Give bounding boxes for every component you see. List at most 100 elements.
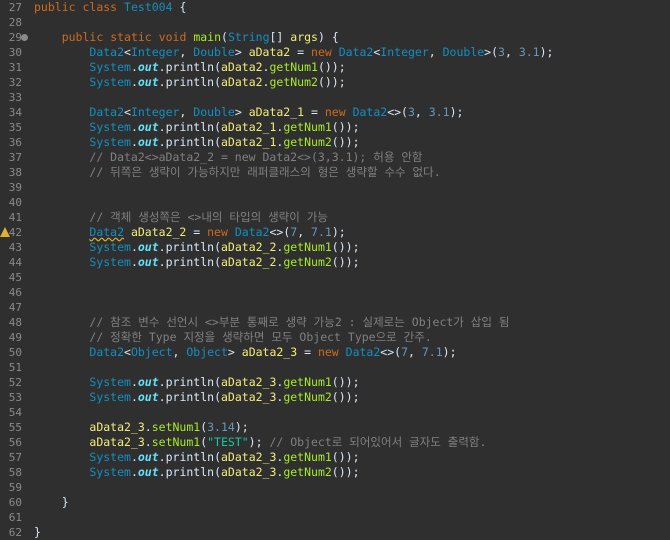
code-line[interactable]: 59 <box>0 480 670 495</box>
code-line[interactable]: 60 } <box>0 495 670 510</box>
code-line[interactable]: 29 public static void main(String[] args… <box>0 30 670 45</box>
code-line[interactable]: 46 <box>0 285 670 300</box>
code-line[interactable]: 55 aData2_3.setNum1(3.14); <box>0 420 670 435</box>
code-text[interactable]: System.out.println(aData2.getNum1()); <box>34 60 345 75</box>
code-line[interactable]: 34 Data2<Integer, Double> aData2_1 = new… <box>0 105 670 120</box>
code-line[interactable]: 49 // 정확한 Type 지정을 생략하면 모두 Object Type으로… <box>0 330 670 345</box>
code-line[interactable]: 39 <box>0 180 670 195</box>
code-line[interactable]: 54 <box>0 405 670 420</box>
code-text[interactable]: public static void main(String[] args) { <box>34 30 339 45</box>
code-text[interactable]: aData2_3.setNum1("TEST"); // Object로 되어있… <box>34 435 486 450</box>
code-text[interactable]: // Data2<>aData2_2 = new Data2<>(3,3.1);… <box>34 150 422 165</box>
code-token: out <box>137 240 159 254</box>
code-line[interactable]: 50 Data2<Object, Object> aData2_3 = new … <box>0 345 670 360</box>
code-line[interactable]: 47 <box>0 300 670 315</box>
code-token: main <box>193 30 222 44</box>
code-token: public <box>34 0 76 14</box>
code-token: System <box>89 465 131 479</box>
code-token: println <box>165 135 215 149</box>
code-text[interactable]: // 정확한 Type 지정을 생략하면 모두 Object Type으로 간주… <box>34 330 431 345</box>
code-text[interactable]: // 참조 변수 선언시 <>부분 통째로 생략 가능2 : 실제로는 Obje… <box>34 315 509 330</box>
code-token: . <box>158 60 166 74</box>
code-text[interactable]: Data2<Integer, Double> aData2_1 = new Da… <box>34 105 463 120</box>
code-token: < <box>124 45 131 59</box>
code-line[interactable]: 53 System.out.println(aData2_3.getNum2()… <box>0 390 670 405</box>
code-line[interactable]: 56 aData2_3.setNum1("TEST"); // Object로 … <box>0 435 670 450</box>
code-line[interactable]: 30 Data2<Integer, Double> aData2 = new D… <box>0 45 670 60</box>
code-text[interactable]: Data2<Integer, Double> aData2 = new Data… <box>34 45 553 60</box>
code-line[interactable]: 43 System.out.println(aData2_2.getNum1()… <box>0 240 670 255</box>
code-text[interactable]: System.out.println(aData2_3.getNum1()); <box>34 375 359 390</box>
code-text[interactable]: // 뒤쪽은 생략이 가능하지만 래퍼클래스의 형은 생략할 수수 없다. <box>34 165 440 180</box>
code-token: . <box>158 135 166 149</box>
code-line[interactable]: 52 System.out.println(aData2_3.getNum1()… <box>0 375 670 390</box>
code-line[interactable]: 61 <box>0 510 670 525</box>
code-text[interactable]: } <box>34 525 41 540</box>
code-line[interactable]: 57 System.out.println(aData2_3.getNum1()… <box>0 450 670 465</box>
code-text[interactable]: System.out.println(aData2_3.getNum2()); <box>34 465 359 480</box>
code-token: out <box>137 390 159 404</box>
code-token: aData2_2 <box>130 225 187 239</box>
code-text[interactable]: System.out.println(aData2_3.getNum1()); <box>34 450 359 465</box>
code-text[interactable]: Data2<Object, Object> aData2_3 = new Dat… <box>34 345 456 360</box>
line-number: 47 <box>8 301 22 314</box>
code-text[interactable]: } <box>34 495 69 510</box>
code-line[interactable]: 44 System.out.println(aData2_2.getNum2()… <box>0 255 670 270</box>
code-line[interactable]: 37 // Data2<>aData2_2 = new Data2<>(3,3.… <box>0 150 670 165</box>
code-token: , <box>172 345 187 359</box>
code-token: // Object로 되어있어서 글자도 출력함. <box>269 435 487 449</box>
line-number: 32 <box>8 76 22 89</box>
code-text[interactable]: Data2 aData2_2 = new Data2<>(7, 7.1); <box>34 225 345 240</box>
code-token: println <box>165 120 215 134</box>
code-text[interactable]: // 객체 생성쪽은 <>내의 타입의 생략이 가능 <box>34 210 328 225</box>
code-token: Double <box>193 45 235 59</box>
code-token: Test004 <box>124 0 173 14</box>
code-line[interactable]: 42 Data2 aData2_2 = new Data2<>(7, 7.1); <box>0 225 670 240</box>
code-token: , <box>504 45 519 59</box>
code-token: out <box>137 120 159 134</box>
code-token: , <box>297 225 312 239</box>
code-text[interactable]: System.out.println(aData2_1.getNum1()); <box>34 120 359 135</box>
code-text[interactable]: System.out.println(aData2_2.getNum1()); <box>34 240 359 255</box>
code-line[interactable]: 27 public class Test004 { <box>0 0 670 15</box>
code-line[interactable]: 41 // 객체 생성쪽은 <>내의 타입의 생략이 가능 <box>0 210 670 225</box>
code-line[interactable]: 58 System.out.println(aData2_3.getNum2()… <box>0 465 670 480</box>
code-editor[interactable]: 27 public class Test004 {28 29 public stat… <box>0 0 670 539</box>
code-text[interactable]: System.out.println(aData2_2.getNum2()); <box>34 255 359 270</box>
code-token: . <box>130 240 138 254</box>
code-text[interactable]: aData2_3.setNum1(3.14); <box>34 420 248 435</box>
code-text[interactable]: System.out.println(aData2.getNum2()); <box>34 75 345 90</box>
fold-collapse-icon[interactable] <box>21 34 28 41</box>
code-token: aData2 <box>221 75 263 89</box>
code-text[interactable]: System.out.println(aData2_3.getNum2()); <box>34 390 359 405</box>
code-line[interactable]: 51 <box>0 360 670 375</box>
code-line[interactable]: 38 // 뒤쪽은 생략이 가능하지만 래퍼클래스의 형은 생략할 수수 없다. <box>0 165 670 180</box>
code-line[interactable]: 40 <box>0 195 670 210</box>
code-line[interactable]: 31 System.out.println(aData2.getNum1()); <box>0 60 670 75</box>
code-text[interactable]: System.out.println(aData2_1.getNum2()); <box>34 135 359 150</box>
warning-icon[interactable] <box>0 227 10 237</box>
line-number: 38 <box>8 166 22 179</box>
code-token: out <box>137 375 159 389</box>
code-token: // 객체 생성쪽은 <>내의 타입의 생략이 가능 <box>89 210 328 224</box>
code-token: } <box>34 525 41 539</box>
code-text[interactable]: public class Test004 { <box>34 0 186 15</box>
code-token: Integer <box>130 105 180 119</box>
code-line[interactable]: 33 <box>0 90 670 105</box>
code-line[interactable]: 35 System.out.println(aData2_1.getNum1()… <box>0 120 670 135</box>
code-line[interactable]: 32 System.out.println(aData2.getNum2()); <box>0 75 670 90</box>
line-number: 28 <box>8 16 22 29</box>
code-line[interactable]: 48 // 참조 변수 선언시 <>부분 통째로 생략 가능2 : 실제로는 O… <box>0 315 670 330</box>
code-token: aData2 <box>248 45 291 59</box>
code-token: setNum1 <box>151 435 201 449</box>
code-line[interactable]: 62} <box>0 525 670 540</box>
code-line[interactable]: 36 System.out.println(aData2_1.getNum2()… <box>0 135 670 150</box>
code-line[interactable]: 28 <box>0 15 670 30</box>
code-line[interactable]: 45 <box>0 270 670 285</box>
line-number: 39 <box>8 181 22 194</box>
